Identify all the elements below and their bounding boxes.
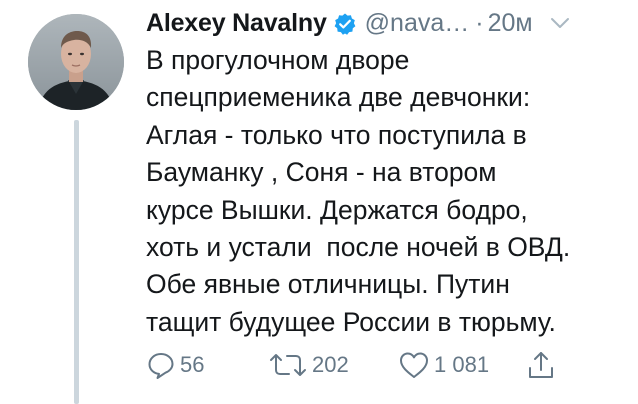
separator-dot: · <box>475 8 484 37</box>
avatar-photo <box>28 14 124 110</box>
chevron-down-icon[interactable] <box>549 12 571 34</box>
tweet-text-line: курсе Вышки. Держатся бодро, <box>146 194 528 225</box>
reply-icon <box>146 350 176 380</box>
tweet-text-line: Обе явные отличницы. Путин <box>146 269 510 300</box>
retweet-button[interactable]: 202 <box>268 348 349 382</box>
avatar[interactable] <box>28 14 124 110</box>
tweet-text-line: спецприеменика две девчонки: <box>146 82 531 113</box>
like-button[interactable]: 1 081 <box>398 348 489 382</box>
share-button[interactable] <box>526 348 556 382</box>
retweet-icon <box>268 350 308 380</box>
verified-badge-icon <box>333 12 357 36</box>
tweet-text-line: В прогулочном дворе <box>146 45 410 75</box>
share-icon <box>526 349 556 381</box>
reply-count: 56 <box>180 352 205 377</box>
retweet-count: 202 <box>312 352 349 377</box>
author-handle[interactable]: @nava… <box>365 9 470 38</box>
like-count: 1 081 <box>434 352 490 377</box>
tweet-text: В прогулочном дворе спецприеменика две д… <box>146 42 626 341</box>
author-display-name[interactable]: Alexey Navalny <box>146 9 327 38</box>
tweet-text-line: Бауманку , Соня - на втором <box>146 157 497 188</box>
tweet: Alexey Navalny @nava… · 20м В прогулочно… <box>0 0 638 404</box>
tweet-text-line: Аглая - только что поступила в <box>146 119 527 150</box>
thread-connector-line <box>74 120 79 404</box>
tweet-text-line: тащит будущее России в тюрьму. <box>146 306 556 337</box>
tweet-timestamp[interactable]: 20м <box>488 9 533 38</box>
reply-button[interactable]: 56 <box>146 348 204 382</box>
tweet-actions: 56 202 1 081 <box>146 348 566 382</box>
tweet-text-line: хоть и устали после ночей в ОВД. <box>146 232 571 263</box>
tweet-header: Alexey Navalny @nava… · 20м <box>146 6 626 40</box>
heart-icon <box>398 350 430 380</box>
